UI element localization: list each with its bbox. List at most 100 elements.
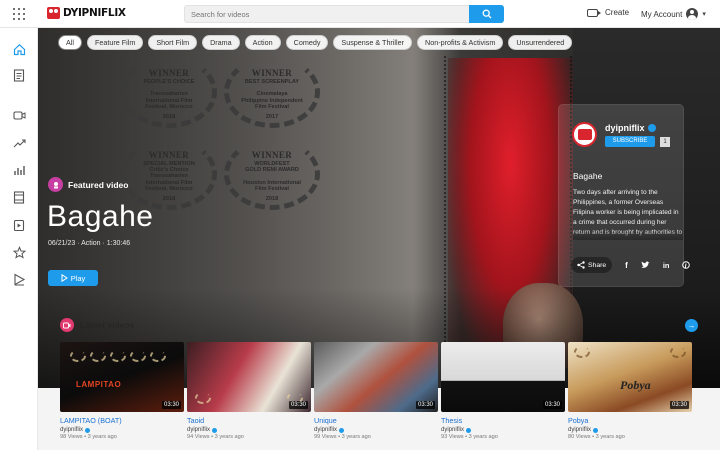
subscribe-button[interactable]: SUBSCRIBE [605, 136, 655, 147]
sidebar [0, 28, 38, 450]
chip-drama[interactable]: Drama [202, 35, 240, 50]
hero-title: Bagahe [47, 200, 154, 233]
video-duration: 03:30 [161, 401, 181, 409]
verified-icon [212, 427, 218, 433]
video-channel[interactable]: dyipniflix [187, 427, 311, 433]
video-card[interactable]: 03:30 Taoid dyipniflix 94 Views • 3 year… [187, 342, 311, 440]
video-meta: 80 Views • 3 years ago [568, 434, 625, 440]
video-card[interactable]: 03:30 Thesis dyipniflix 93 Views • 3 yea… [441, 342, 565, 440]
search-icon [482, 9, 491, 19]
chip-suspense-thriller[interactable]: Suspense & Thriller [333, 35, 413, 50]
verified-icon [647, 124, 656, 132]
top-bar: DYIPNIFLIX Create My Account ▾ [0, 0, 720, 28]
video-channel[interactable]: dyipniflix [568, 427, 692, 433]
subscriber-count: 1 [660, 137, 670, 147]
channel-card: dyipniflix SUBSCRIBE 1 Bagahe Two days a… [558, 104, 691, 287]
video-meta: 98 Views • 3 years ago [60, 434, 117, 440]
avatar-icon [686, 8, 699, 20]
search-input[interactable] [184, 5, 470, 23]
video-duration: 03:30 [288, 401, 308, 409]
verified-icon [593, 427, 599, 433]
chip-non-profits-activism[interactable]: Non-profits & Activism [417, 35, 504, 50]
verified-icon [339, 427, 345, 433]
video-meta: 99 Views • 3 years ago [314, 434, 371, 440]
apps-grid-icon[interactable] [13, 8, 25, 20]
video-card[interactable]: 03:30 Unique dyipniflix 99 Views • 3 yea… [314, 342, 438, 440]
share-icon [577, 261, 585, 269]
twitter-icon[interactable] [641, 261, 650, 269]
award-laurel: WINNER BEST SCREENPLAY Cinemalaya Philip… [224, 56, 320, 128]
channel-avatar[interactable] [572, 122, 597, 147]
create-label: Create [605, 8, 630, 17]
video-channel[interactable]: dyipniflix [314, 427, 438, 433]
chip-unsurrendered[interactable]: Unsurrendered [508, 35, 573, 50]
hero-meta: 06/21/23 · Action · 1:30:46 [48, 240, 131, 247]
thumbnail-text: LAMPITAO [76, 380, 122, 389]
video-duration: 03:30 [542, 401, 562, 409]
latest-videos-title: Latest videos [80, 320, 135, 330]
trending-icon[interactable] [12, 136, 26, 150]
camera-icon [587, 8, 601, 17]
facebook-icon[interactable]: f [625, 261, 628, 270]
share-row: Share f in [571, 257, 691, 273]
video-title[interactable]: Pobya [568, 416, 692, 425]
hero-banner: WINNER PEOPLE'S CHOICE Transsaharien Int… [38, 28, 720, 388]
featured-label: Featured video [48, 177, 128, 192]
card-description: Two days after arriving to the Philippin… [573, 188, 683, 240]
video-title[interactable]: Thesis [441, 416, 565, 425]
main-content: WINNER PEOPLE'S CHOICE Transsaharien Int… [38, 28, 720, 450]
chip-comedy[interactable]: Comedy [285, 35, 329, 50]
video-channel[interactable]: dyipniflix [60, 427, 184, 433]
video-thumbnail[interactable]: 03:30 [441, 342, 565, 412]
video-meta: 93 Views • 3 years ago [441, 434, 498, 440]
share-button[interactable]: Share [571, 257, 613, 273]
chart-icon[interactable] [12, 163, 26, 177]
video-channel[interactable]: dyipniflix [441, 427, 565, 433]
carousel-next-button[interactable]: → [685, 319, 698, 332]
video-thumbnail[interactable]: 03:30 [187, 342, 311, 412]
document-icon[interactable] [12, 68, 26, 82]
video-thumbnail[interactable]: Pobya 03:30 [568, 342, 692, 412]
add-video-icon[interactable] [12, 218, 26, 232]
video-title[interactable]: Taoid [187, 416, 311, 425]
video-duration: 03:30 [415, 401, 435, 409]
home-icon[interactable] [12, 42, 26, 56]
playlist-icon[interactable] [12, 272, 26, 286]
thumbnail-text: Pobya [620, 378, 651, 392]
account-label: My Account [641, 9, 683, 19]
logo[interactable]: DYIPNIFLIX [47, 7, 126, 19]
video-card[interactable]: LAMPITAO 03:30 LAMPITAO (BOAT) dyipnifli… [60, 342, 184, 440]
video-thumbnail[interactable]: LAMPITAO 03:30 [60, 342, 184, 412]
account-menu[interactable]: My Account ▾ [641, 8, 706, 20]
chip-action[interactable]: Action [244, 35, 281, 50]
film-icon[interactable] [12, 190, 26, 204]
pinterest-icon[interactable] [682, 261, 691, 269]
channel-name[interactable]: dyipniflix [605, 123, 656, 133]
verified-icon [85, 427, 91, 433]
play-button[interactable]: Play [48, 270, 98, 286]
video-card[interactable]: Pobya 03:30 Pobya dyipniflix 80 Views • … [568, 342, 692, 440]
video-duration: 03:30 [669, 401, 689, 409]
video-title[interactable]: Unique [314, 416, 438, 425]
latest-videos-list: LAMPITAO 03:30 LAMPITAO (BOAT) dyipnifli… [60, 342, 692, 440]
featured-icon [48, 177, 63, 192]
video-meta: 94 Views • 3 years ago [187, 434, 244, 440]
chip-short-film[interactable]: Short Film [148, 35, 198, 50]
video-title[interactable]: LAMPITAO (BOAT) [60, 416, 184, 425]
award-laurel: WINNER PEOPLE'S CHOICE Transsaharien Int… [121, 56, 217, 128]
logo-mark-icon [47, 7, 60, 19]
verified-icon [466, 427, 472, 433]
chip-feature-film[interactable]: Feature Film [87, 35, 144, 50]
play-icon [61, 274, 68, 282]
linkedin-icon[interactable]: in [663, 261, 670, 270]
create-button[interactable]: Create [587, 8, 629, 17]
search-button[interactable] [469, 5, 504, 23]
latest-videos-header: Latest videos [60, 318, 134, 332]
play-label: Play [70, 273, 86, 283]
chip-all[interactable]: All [58, 35, 82, 50]
featured-text: Featured video [68, 179, 129, 190]
star-icon[interactable] [12, 245, 26, 259]
category-chips: All Feature Film Short Film Drama Action… [58, 35, 573, 50]
video-icon[interactable] [12, 108, 26, 122]
video-thumbnail[interactable]: 03:30 [314, 342, 438, 412]
